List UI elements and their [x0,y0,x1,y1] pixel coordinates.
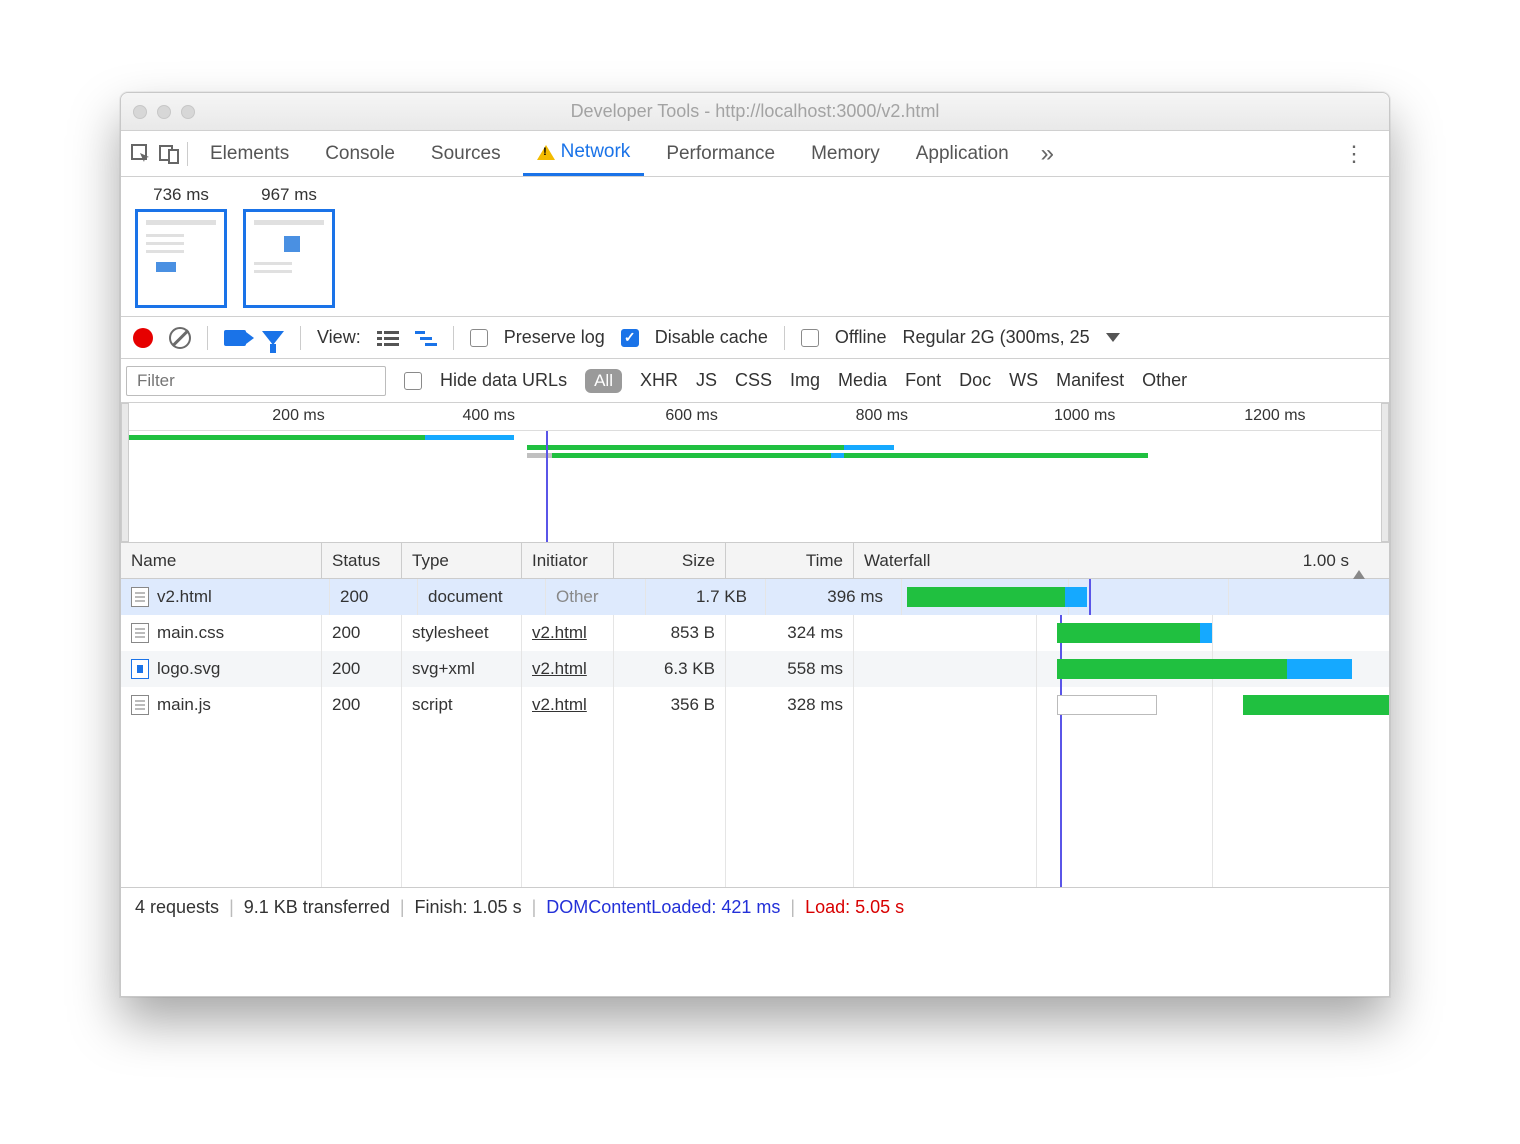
col-status[interactable]: Status [321,543,401,578]
status-bar: 4 requests | 9.1 KB transferred | Finish… [121,887,1389,927]
frame-thumbnail [243,209,335,308]
tab-memory[interactable]: Memory [797,131,894,176]
hide-data-urls-label: Hide data URLs [440,370,567,391]
settings-menu-icon[interactable]: ⋮ [1329,141,1379,167]
col-time[interactable]: Time [725,543,853,578]
waterfall-cell [901,579,1389,615]
table-row[interactable]: logo.svg 200 svg+xml v2.html 6.3 KB 558 … [121,651,1389,687]
frame-time: 736 ms [153,185,209,205]
waterfall-cell [853,615,1389,651]
chevron-down-icon[interactable] [1106,333,1120,342]
filter-type-css[interactable]: CSS [735,370,772,391]
offline-label: Offline [835,327,887,348]
filter-type-all[interactable]: All [585,369,622,393]
filter-type-other[interactable]: Other [1142,370,1187,391]
table-header: Name Status Type Initiator Size Time Wat… [121,543,1389,579]
filmstrip-frame[interactable]: 736 ms [135,185,227,308]
devtools-window: Developer Tools - http://localhost:3000/… [120,92,1390,997]
svg-file-icon [131,659,149,679]
frame-time: 967 ms [261,185,317,205]
record-button[interactable] [133,328,153,348]
initiator-link[interactable]: v2.html [532,623,587,643]
list-view-icon[interactable] [377,330,399,346]
throttle-select[interactable]: Regular 2G (300ms, 25 [903,327,1090,348]
transferred-size: 9.1 KB transferred [244,897,390,918]
filter-type-xhr[interactable]: XHR [640,370,678,391]
table-row[interactable]: main.js 200 script v2.html 356 B 328 ms [121,687,1389,723]
tab-performance[interactable]: Performance [652,131,789,176]
filter-toggle-icon[interactable] [262,331,284,345]
table-empty-area [121,723,1389,887]
clear-button[interactable] [169,327,191,349]
col-initiator[interactable]: Initiator [521,543,613,578]
dcl-marker [546,431,548,542]
preserve-log-label: Preserve log [504,327,605,348]
filter-input[interactable] [126,366,386,396]
waterfall-view-icon[interactable] [415,330,437,346]
overview-handle-left[interactable] [121,403,129,542]
disable-cache-label: Disable cache [655,327,768,348]
network-toolbar: View: Preserve log Disable cache Offline… [121,317,1389,359]
finish-time: Finish: 1.05 s [415,897,522,918]
device-toolbar-icon[interactable] [159,144,179,164]
overview-timeline[interactable]: 200 ms 400 ms 600 ms 800 ms 1000 ms 1200… [121,403,1389,543]
table-row[interactable]: main.css 200 stylesheet v2.html 853 B 32… [121,615,1389,651]
filmstrip-frame[interactable]: 967 ms [243,185,335,308]
waterfall-cell [853,651,1389,687]
filter-type-ws[interactable]: WS [1009,370,1038,391]
waterfall-cell [853,687,1389,723]
inspect-element-icon[interactable] [131,144,151,164]
document-file-icon [131,695,149,715]
overview-ruler: 200 ms 400 ms 600 ms 800 ms 1000 ms 1200… [121,403,1389,431]
tab-console[interactable]: Console [311,131,409,176]
filter-type-js[interactable]: JS [696,370,717,391]
overview-handle-right[interactable] [1381,403,1389,542]
tab-elements[interactable]: Elements [196,131,303,176]
filter-row: Hide data URLs All XHR JS CSS Img Media … [121,359,1389,403]
col-name[interactable]: Name [121,543,321,578]
offline-checkbox[interactable] [801,329,819,347]
hide-data-urls-checkbox[interactable] [404,372,422,390]
tab-application[interactable]: Application [902,131,1023,176]
capture-screenshots-icon[interactable] [224,330,246,346]
frame-thumbnail [135,209,227,308]
document-file-icon [131,587,149,607]
col-type[interactable]: Type [401,543,521,578]
load-time: Load: 5.05 s [805,897,904,918]
window-title: Developer Tools - http://localhost:3000/… [121,101,1389,122]
filmstrip: 736 ms 967 ms [121,177,1389,317]
filter-type-doc[interactable]: Doc [959,370,991,391]
initiator-link[interactable]: v2.html [532,695,587,715]
titlebar: Developer Tools - http://localhost:3000/… [121,93,1389,131]
initiator-link[interactable]: v2.html [532,659,587,679]
filter-type-media[interactable]: Media [838,370,887,391]
tab-sources[interactable]: Sources [417,131,515,176]
filter-type-font[interactable]: Font [905,370,941,391]
overview-chart [121,431,1389,542]
more-tabs-icon[interactable]: » [1031,140,1064,168]
sort-asc-icon [1353,551,1365,579]
filter-type-img[interactable]: Img [790,370,820,391]
table-row[interactable]: v2.html 200 document Other 1.7 KB 396 ms [121,579,1389,615]
preserve-log-checkbox[interactable] [470,329,488,347]
warning-icon [537,145,555,160]
col-waterfall[interactable]: Waterfall 1.00 s [853,543,1389,578]
document-file-icon [131,623,149,643]
request-table: v2.html 200 document Other 1.7 KB 396 ms… [121,579,1389,887]
disable-cache-checkbox[interactable] [621,329,639,347]
domcontentloaded-time: DOMContentLoaded: 421 ms [546,897,780,918]
panel-tabs: Elements Console Sources Network Perform… [121,131,1389,177]
col-size[interactable]: Size [613,543,725,578]
filter-type-manifest[interactable]: Manifest [1056,370,1124,391]
tab-network[interactable]: Network [523,131,645,176]
requests-count: 4 requests [135,897,219,918]
view-label: View: [317,327,361,348]
